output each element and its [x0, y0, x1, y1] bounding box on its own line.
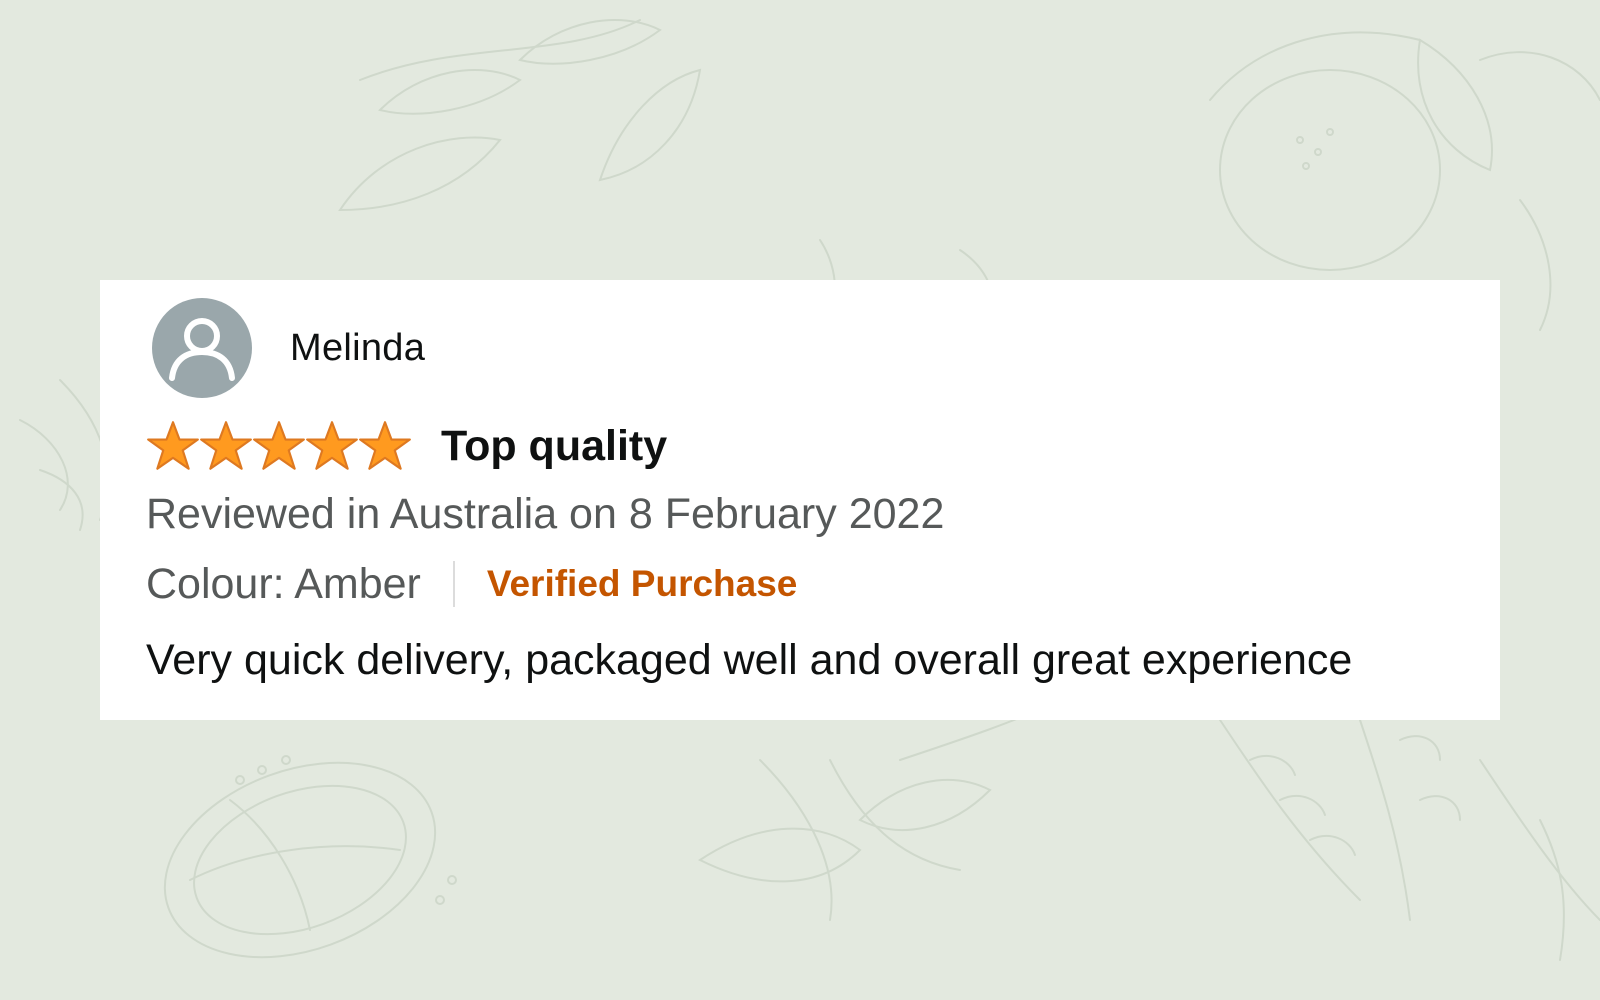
star-icon	[359, 421, 411, 470]
meta-divider	[452, 561, 455, 607]
colour-variant[interactable]: Colour: Amber	[146, 560, 421, 609]
review-body: Very quick delivery, packaged well and o…	[146, 636, 1353, 684]
rating-row: Top quality	[146, 416, 667, 476]
verified-purchase-badge: Verified Purchase	[486, 563, 798, 604]
reviewer-name[interactable]: Melinda	[290, 327, 425, 370]
star-icon	[306, 421, 358, 470]
user-silhouette-icon	[169, 318, 235, 381]
review-title[interactable]: Top quality	[441, 422, 667, 471]
review-meta: Colour: Amber Verified Purchase	[146, 556, 797, 612]
star-icon	[147, 421, 199, 470]
star-rating[interactable]	[146, 419, 411, 473]
reviewer-profile[interactable]: Melinda	[152, 298, 425, 398]
star-icon	[200, 421, 252, 470]
review-card: Melinda Top quality Reviewed in Australi…	[100, 280, 1500, 720]
star-icon	[253, 421, 305, 470]
avatar[interactable]	[152, 298, 252, 398]
review-date: Reviewed in Australia on 8 February 2022	[146, 490, 945, 538]
